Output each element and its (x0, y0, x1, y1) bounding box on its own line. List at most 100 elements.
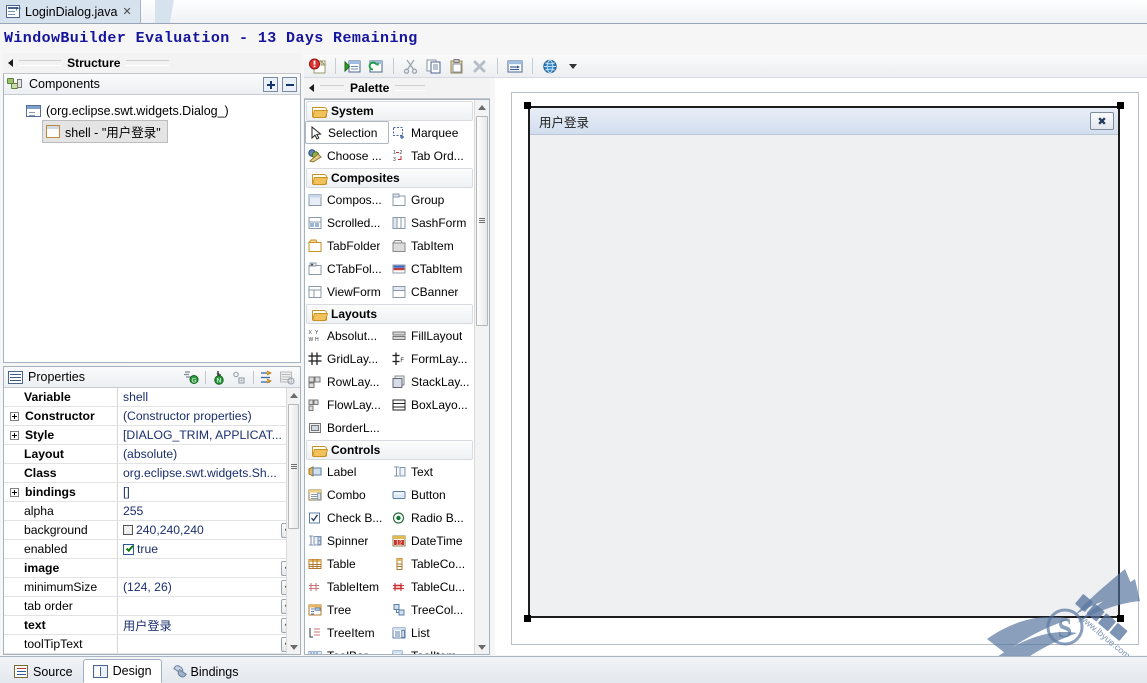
property-row[interactable]: Style [DIALOG_TRIM, APPLICAT... (4, 426, 300, 445)
property-value[interactable]: org.eclipse.swt.widgets.Sh... (118, 464, 300, 482)
property-row[interactable]: background 240,240,240••• (4, 521, 300, 540)
palette-item-tabitem[interactable]: TabItem (389, 234, 473, 257)
property-value[interactable]: true (118, 540, 300, 558)
scroll-down-icon[interactable] (287, 640, 300, 654)
design-shell-wrapper[interactable]: 用户登录 ✖ (524, 102, 1124, 622)
restore-default-icon[interactable] (279, 370, 296, 385)
structure-tab-label[interactable]: Structure (67, 56, 120, 70)
scrollbar-thumb[interactable] (288, 404, 299, 529)
show-advanced-properties-icon[interactable] (231, 370, 248, 385)
palette-item-list[interactable]: List (389, 621, 473, 644)
scroll-up-icon[interactable] (287, 388, 300, 402)
close-icon[interactable]: ✖ (1090, 112, 1114, 130)
toolbar-dropdown-arrow[interactable] (563, 56, 583, 76)
palette-item-datetime[interactable]: 12 DateTime (389, 529, 473, 552)
palette-item-sashform[interactable]: SashForm (389, 211, 473, 234)
resize-handle-se[interactable] (1117, 615, 1124, 622)
palette-item-stacklay[interactable]: StackLay... (389, 370, 473, 393)
palette-item-table[interactable]: Table (305, 552, 389, 575)
palette-item-label[interactable]: Label (305, 460, 389, 483)
tab-design[interactable]: Design (82, 659, 162, 683)
palette-item-gridlay[interactable]: GridLay... (305, 347, 389, 370)
palette-tab-label[interactable]: Palette (350, 81, 389, 95)
chevron-left-icon[interactable] (8, 59, 13, 67)
palette-item-toolitem[interactable]: ToolItem (389, 644, 473, 654)
resize-handle-ne[interactable] (1117, 102, 1124, 109)
palette-item-tablecu[interactable]: TableCu... (389, 575, 473, 598)
palette-item-tableitem[interactable]: TableItem (305, 575, 389, 598)
editor-tab-logindialog[interactable]: ⌐ LoginDialog.java ✕ (0, 0, 141, 23)
checkbox-icon[interactable] (123, 543, 134, 555)
property-row[interactable]: Class org.eclipse.swt.widgets.Sh... (4, 464, 300, 483)
design-canvas-area[interactable]: 用户登录 ✖ (495, 78, 1147, 655)
copy-icon[interactable] (424, 56, 444, 76)
property-row[interactable]: alpha 255 (4, 502, 300, 521)
design-shell[interactable]: 用户登录 ✖ (528, 106, 1120, 618)
property-row[interactable]: image ••• (4, 559, 300, 578)
scroll-down-icon[interactable] (475, 640, 488, 654)
palette-item-filllayout[interactable]: FillLayout (389, 324, 473, 347)
palette-item-viewform[interactable]: ViewForm (305, 280, 389, 303)
design-canvas[interactable]: 用户登录 ✖ (511, 92, 1139, 645)
show-events-icon[interactable]: G (183, 370, 200, 385)
property-row[interactable]: Variable shell (4, 388, 300, 407)
palette-item-tabord[interactable]: 1 2 3 Tab Ord... (389, 144, 473, 167)
palette-item-treeitem[interactable]: TreeItem (305, 621, 389, 644)
palette-item-group[interactable]: Group (389, 188, 473, 211)
palette-item-combo[interactable]: Combo (305, 483, 389, 506)
palette-item-selection[interactable]: Selection (305, 121, 389, 144)
property-value[interactable]: 用户登录••• (118, 616, 300, 634)
expand-icon[interactable] (10, 411, 19, 421)
property-row[interactable]: Constructor (Constructor properties) (4, 407, 300, 426)
test-window-icon[interactable] (505, 56, 525, 76)
property-value[interactable]: (Constructor properties) (118, 407, 300, 425)
palette-item-boxlayo[interactable]: BoxLayo... (389, 393, 473, 416)
palette-item-button[interactable]: Button (389, 483, 473, 506)
external-browse-icon[interactable] (540, 56, 560, 76)
property-row[interactable]: tab order ••• (4, 597, 300, 616)
tree-item-dialog[interactable]: (org.eclipse.swt.widgets.Dialog_) (10, 101, 300, 121)
palette-item-borderl[interactable]: BorderL... (305, 416, 389, 439)
palette-item-ctabfol[interactable]: CTabFol... (305, 257, 389, 280)
property-value[interactable]: ••• (118, 635, 300, 653)
paste-icon[interactable] (447, 56, 467, 76)
tab-bindings[interactable]: Bindings (162, 659, 249, 683)
palette-category-composites[interactable]: Composites (306, 168, 473, 188)
property-value[interactable]: [] (118, 483, 300, 501)
palette-item-ctabitem[interactable]: CTabItem (389, 257, 473, 280)
palette-item-compos[interactable]: Compos... (305, 188, 389, 211)
palette-item-tree[interactable]: Tree (305, 598, 389, 621)
tree-item-shell[interactable]: shell - "用户登录" (10, 119, 300, 143)
test-error-icon[interactable] (308, 56, 328, 76)
palette-item-checkb[interactable]: Check B... (305, 506, 389, 529)
palette-item-choose[interactable]: Choose ... (305, 144, 389, 167)
palette-item-cbanner[interactable]: CBanner (389, 280, 473, 303)
property-value[interactable]: shell (118, 388, 300, 406)
property-value[interactable]: (absolute) (118, 445, 300, 463)
properties-scrollbar[interactable] (286, 388, 300, 654)
palette-scrollbar[interactable] (474, 100, 489, 654)
expand-icon[interactable] (10, 487, 19, 497)
property-row[interactable]: bindings [] (4, 483, 300, 502)
palette-item-text[interactable]: Text (389, 460, 473, 483)
goto-definition-icon[interactable]: N (211, 370, 228, 385)
cut-icon[interactable] (401, 56, 421, 76)
property-row[interactable]: Layout (absolute) (4, 445, 300, 464)
property-row[interactable]: toolTipText ••• (4, 635, 300, 654)
scrollbar-thumb[interactable] (476, 116, 488, 326)
resize-handle-sw[interactable] (524, 615, 531, 622)
palette-category-layouts[interactable]: Layouts (306, 304, 473, 324)
resize-handle-nw[interactable] (524, 102, 531, 109)
expand-icon[interactable] (10, 430, 19, 440)
sort-properties-icon[interactable] (259, 370, 276, 385)
palette-item-radiob[interactable]: Radio B... (389, 506, 473, 529)
scroll-up-icon[interactable] (475, 100, 488, 114)
palette-category-controls[interactable]: Controls (306, 440, 473, 460)
property-value[interactable]: 255 (118, 502, 300, 520)
palette-item-absolut[interactable]: X Y W H Absolut... (305, 324, 389, 347)
close-icon[interactable]: ✕ (122, 5, 131, 18)
palette-item-spinner[interactable]: Spinner (305, 529, 389, 552)
property-row[interactable]: enabled true (4, 540, 300, 559)
tab-source[interactable]: Source (4, 659, 83, 683)
property-value[interactable]: (124, 26)••• (118, 578, 300, 596)
